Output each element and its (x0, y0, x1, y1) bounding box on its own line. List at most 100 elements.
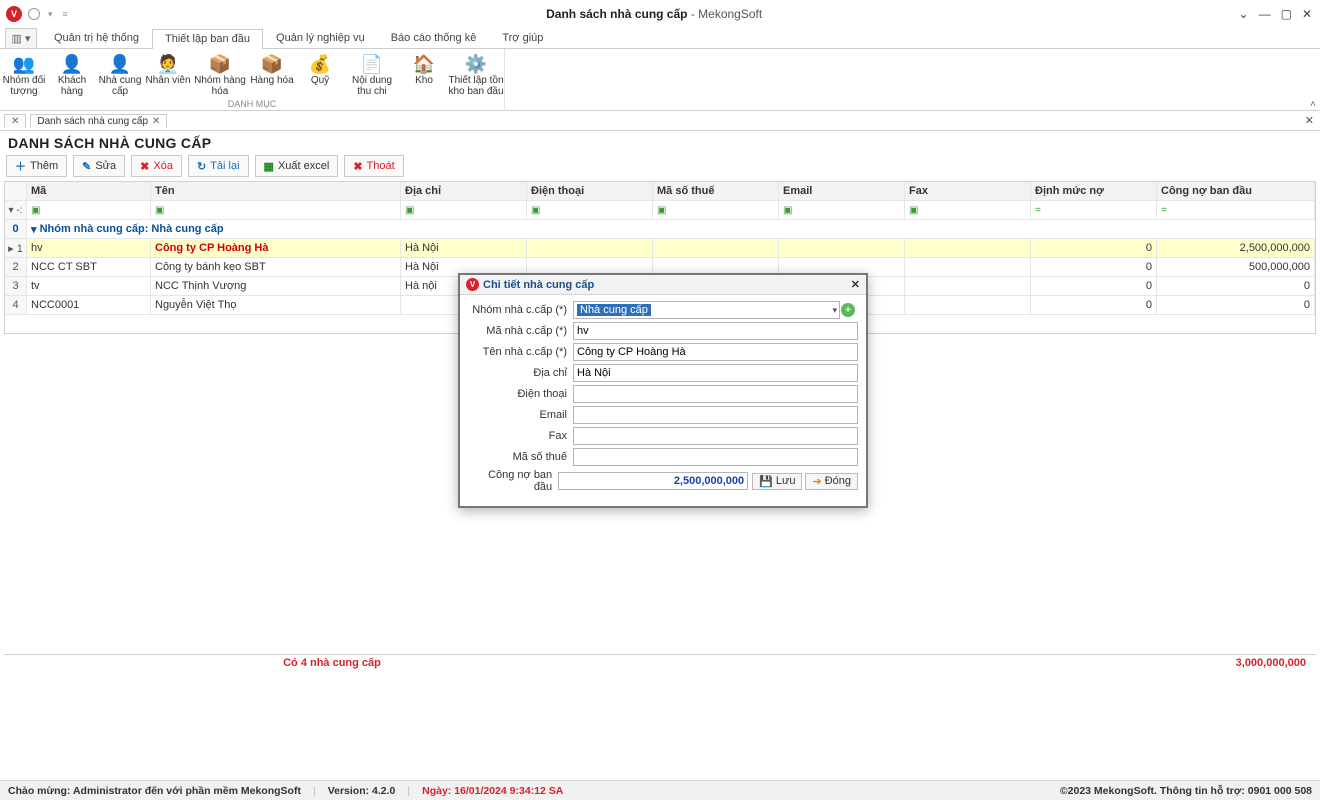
tab-tro-giup[interactable]: Trợ giúp (489, 28, 556, 48)
warehouse-icon: 🏠 (400, 53, 448, 75)
add-group-button[interactable]: + (841, 303, 855, 317)
doc-tab-suppliers[interactable]: Danh sách nhà cung cấp ✕ (30, 114, 167, 128)
tab-thiet-lap[interactable]: Thiết lập ban đầu (152, 29, 263, 49)
close-all-tabs-button[interactable]: ✕ (1305, 114, 1314, 127)
tab-quan-ly[interactable]: Quản lý nghiệp vụ (263, 28, 378, 48)
close-icon[interactable]: ✕ (152, 116, 160, 127)
label-fax: Fax (468, 430, 573, 442)
label-ma: Mã nhà c.cấp (*) (468, 325, 573, 337)
close-dialog-button[interactable]: ➔Đóng (805, 473, 858, 490)
email-input[interactable] (573, 406, 858, 424)
qat-unknown-button[interactable] (28, 8, 40, 20)
plus-icon: ＋ (15, 158, 26, 174)
ma-input[interactable] (573, 322, 858, 340)
note-icon: 📄 (344, 53, 400, 75)
qat-dropdown-icon[interactable]: ▾ (46, 9, 55, 20)
pencil-icon: ✎ (82, 160, 91, 173)
col-dinhmucno[interactable]: Định mức nợ (1031, 182, 1157, 200)
ribbon-min-icon[interactable]: ⌄ (1239, 7, 1249, 21)
ribbon-content: 👥Nhóm đối tượng 👤Khách hàng 👤Nhà cung cấ… (0, 49, 1320, 111)
grid-header: Mã Tên Địa chỉ Điện thoại Mã số thuế Ema… (5, 182, 1315, 201)
col-dienthoai[interactable]: Điện thoại (527, 182, 653, 200)
doc-tab-label: Danh sách nhà cung cấp (37, 116, 148, 127)
label-nhom: Nhóm nhà c.cấp (*) (468, 304, 573, 316)
label-diachi: Địa chỉ (468, 367, 573, 379)
tab-quan-tri[interactable]: Quản trị hệ thống (41, 28, 152, 48)
exit-button[interactable]: ✖Thoát (344, 155, 403, 177)
exit-icon: ✖ (353, 160, 362, 173)
label-congno: Công nợ ban đầu (468, 469, 558, 493)
export-excel-button[interactable]: ▦Xuất excel (255, 155, 339, 177)
fax-input[interactable] (573, 427, 858, 445)
refresh-icon: ↻ (197, 160, 206, 173)
fund-icon: 💰 (296, 53, 344, 75)
table-row[interactable]: ▸ 1hvCông ty CP Hoàng HàHà Nội02,500,000… (5, 239, 1315, 258)
col-congno[interactable]: Công nợ ban đầu (1157, 182, 1315, 200)
close-button[interactable]: ✕ (1302, 7, 1312, 21)
boxes-icon: 📦 (192, 53, 248, 75)
edit-button[interactable]: ✎Sửa (73, 155, 125, 177)
col-email[interactable]: Email (779, 182, 905, 200)
arrow-right-icon: ➔ (812, 475, 821, 488)
chevron-down-icon: ▾ (832, 305, 837, 316)
status-welcome: Chào mừng: Administrator đến với phần mề… (8, 785, 301, 797)
col-fax[interactable]: Fax (905, 182, 1031, 200)
close-icon[interactable]: ✕ (11, 116, 19, 127)
diachi-input[interactable] (573, 364, 858, 382)
box-icon: 📦 (248, 53, 296, 75)
label-dienthoai: Điện thoại (468, 388, 573, 400)
doc-tab-home[interactable]: ✕ (4, 114, 26, 128)
document-tabs: ✕ Danh sách nhà cung cấp ✕ ✕ (0, 111, 1320, 131)
status-version: Version: 4.2.0 (328, 785, 396, 797)
tab-bao-cao[interactable]: Báo cáo thống kê (378, 28, 490, 48)
col-masothue[interactable]: Mã số thuế (653, 182, 779, 200)
save-button[interactable]: 💾Lưu (752, 473, 802, 490)
label-mst: Mã số thuế (468, 451, 573, 463)
col-ma[interactable]: Mã (27, 182, 151, 200)
add-button[interactable]: ＋Thêm (6, 155, 67, 177)
employee-icon: 🧑‍💼 (144, 53, 192, 75)
delete-icon: ✖ (140, 160, 149, 173)
supplier-detail-dialog: V Chi tiết nhà cung cấp ✕ Nhóm nhà c.cấp… (458, 273, 868, 508)
congno-input[interactable] (558, 472, 748, 490)
dialog-titlebar[interactable]: V Chi tiết nhà cung cấp ✕ (460, 275, 866, 295)
excel-icon: ▦ (264, 160, 274, 173)
grid-footer: Có 4 nhà cung cấp 3,000,000,000 (4, 654, 1316, 671)
toolbar: ＋Thêm ✎Sửa ✖Xóa ↻Tải lại ▦Xuất excel ✖Th… (0, 153, 1320, 181)
dialog-close-button[interactable]: ✕ (851, 278, 860, 291)
ribbon-group-label: DANH MỤC (0, 99, 504, 109)
app-logo-icon: V (6, 6, 22, 22)
col-ten[interactable]: Tên (151, 182, 401, 200)
grid-filter-row[interactable]: ▾ -: ▣▣▣▣▣▣▣== (5, 201, 1315, 220)
maximize-button[interactable]: ▢ (1281, 7, 1292, 21)
col-diachi[interactable]: Địa chỉ (401, 182, 527, 200)
supplier-icon: 👤 (96, 53, 144, 75)
ribbon-file-button[interactable]: ▥ ▾ (5, 28, 37, 48)
label-email: Email (468, 409, 573, 421)
status-copyright: ©2023 MekongSoft. Thông tin hỗ trợ: 0901… (1060, 785, 1312, 797)
titlebar: V ▾ ≡ Danh sách nhà cung cấp - MekongSof… (0, 0, 1320, 28)
ribbon-collapse-icon[interactable]: ˄ (1310, 99, 1316, 110)
footer-total: 3,000,000,000 (660, 657, 1316, 669)
reload-button[interactable]: ↻Tải lại (188, 155, 249, 177)
app-logo-icon: V (466, 278, 479, 291)
minimize-button[interactable]: — (1259, 7, 1271, 21)
footer-count: Có 4 nhà cung cấp (4, 657, 660, 669)
mst-input[interactable] (573, 448, 858, 466)
group-row[interactable]: 0 ▾ Nhóm nhà cung cấp: Nhà cung cấp (5, 220, 1315, 239)
statusbar: Chào mừng: Administrator đến với phần mề… (0, 780, 1320, 800)
customer-icon: 👤 (48, 53, 96, 75)
dienthoai-input[interactable] (573, 385, 858, 403)
ten-input[interactable] (573, 343, 858, 361)
page-title: DANH SÁCH NHÀ CUNG CẤP (0, 131, 1320, 153)
people-group-icon: 👥 (0, 53, 48, 75)
nhom-select[interactable]: Nhà cung cấp ▾ + (573, 301, 840, 319)
label-ten: Tên nhà c.cấp (*) (468, 346, 573, 358)
gear-icon: ⚙️ (448, 53, 504, 75)
delete-button[interactable]: ✖Xóa (131, 155, 182, 177)
ribbon-tabs: ▥ ▾ Quản trị hệ thống Thiết lập ban đầu … (0, 28, 1320, 49)
dialog-title: Chi tiết nhà cung cấp (483, 279, 594, 291)
save-icon: 💾 (759, 475, 773, 488)
window-title: Danh sách nhà cung cấp - MekongSoft (70, 7, 1239, 21)
qat-overflow-icon[interactable]: ≡ (61, 9, 70, 19)
